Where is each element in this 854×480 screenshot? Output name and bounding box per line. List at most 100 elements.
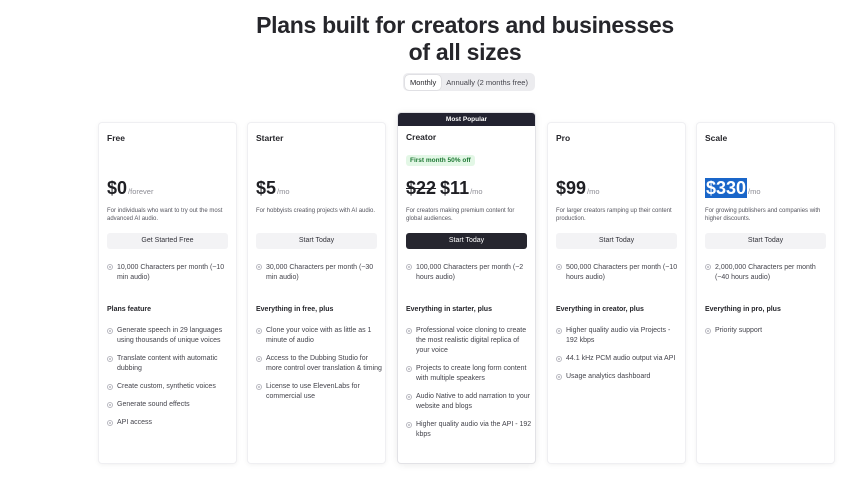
plan-price: $11: [440, 178, 470, 198]
bullet-icon: [556, 264, 562, 270]
bullet-icon: [406, 366, 412, 372]
feature-text: Usage analytics dashboard: [566, 373, 651, 380]
features-heading: Plans feature: [107, 306, 151, 313]
features-heading: Everything in creator, plus: [556, 306, 644, 313]
feature-item: 44.1 kHz PCM audio output via API: [556, 354, 682, 364]
bullet-icon: [256, 356, 262, 362]
feature-text: Access to the Dubbing Studio for more co…: [266, 355, 382, 372]
bullet-icon: [107, 328, 113, 334]
feature-item: Priority support: [705, 326, 831, 336]
start-today-button[interactable]: Start Today: [406, 233, 527, 249]
feature-text: Generate speech in 29 languages using th…: [117, 327, 223, 344]
page-title: Plans built for creators and businesses …: [0, 12, 854, 66]
price-row: $5/mo: [256, 178, 290, 199]
feature-item: Generate speech in 29 languages using th…: [107, 326, 233, 346]
bullet-icon: [256, 328, 262, 334]
bullet-icon: [406, 328, 412, 334]
feature-item: Usage analytics dashboard: [556, 372, 682, 382]
feature-text: Professional voice cloning to create the…: [416, 327, 527, 354]
feature-text: Generate sound effects: [117, 401, 190, 408]
characters-quota: 10,000 Characters per month (~10 min aud…: [107, 263, 232, 282]
plan-description: For individuals who want to try out the …: [107, 208, 223, 222]
plan-name: Pro: [556, 133, 571, 143]
plan-name: Starter: [256, 133, 284, 143]
characters-text: 500,000 Characters per month (~10 hours …: [566, 264, 678, 281]
feature-text: Clone your voice with as little as 1 min…: [266, 327, 372, 344]
plan-description: For growing publishers and companies wit…: [705, 208, 821, 222]
characters-text: 30,000 Characters per month (~30 min aud…: [266, 264, 374, 281]
start-today-button[interactable]: Start Today: [705, 233, 826, 249]
bullet-icon: [107, 420, 113, 426]
feature-text: Projects to create long form content wit…: [416, 365, 527, 382]
feature-text: Audio Native to add narration to your we…: [416, 393, 531, 410]
billing-toggle: Monthly Annually (2 months free): [403, 73, 535, 91]
plan-description: For larger creators ramping up their con…: [556, 208, 672, 222]
start-today-button[interactable]: Start Today: [556, 233, 677, 249]
plan-period: /mo: [748, 187, 761, 196]
features-heading: Everything in starter, plus: [406, 306, 492, 313]
price-row: $22 $11/mo: [406, 178, 483, 199]
bullet-icon: [705, 264, 711, 270]
features-heading: Everything in free, plus: [256, 306, 334, 313]
feature-text: License to use ElevenLabs for commercial…: [266, 383, 360, 400]
characters-quota: 500,000 Characters per month (~10 hours …: [556, 263, 681, 282]
plan-price: $330: [705, 178, 748, 198]
plan-description: For creators making premium content for …: [406, 208, 515, 222]
characters-text: 2,000,000 Characters per month (~40 hour…: [715, 264, 816, 281]
bullet-icon: [107, 384, 113, 390]
plan-card-pro: Pro $99/mo For larger creators ramping u…: [548, 123, 685, 463]
bullet-icon: [256, 264, 262, 270]
bullet-icon: [256, 384, 262, 390]
toggle-monthly[interactable]: Monthly: [405, 74, 442, 90]
plan-price: $0: [107, 178, 128, 198]
features-heading: Everything in pro, plus: [705, 306, 781, 313]
feature-text: Higher quality audio via Projects - 192 …: [566, 327, 671, 344]
features-list: Priority support: [705, 326, 831, 344]
bullet-icon: [107, 356, 113, 362]
discount-badge: First month 50% off: [406, 155, 475, 166]
feature-item: Higher quality audio via Projects - 192 …: [556, 326, 682, 346]
start-today-button[interactable]: Start Today: [256, 233, 377, 249]
feature-text: API access: [117, 419, 153, 426]
bullet-icon: [556, 374, 562, 380]
feature-item: Translate content with automatic dubbing: [107, 354, 233, 374]
feature-text: Higher quality audio via the API - 192 k…: [416, 421, 532, 438]
bullet-icon: [107, 264, 113, 270]
feature-item: API access: [107, 418, 233, 428]
plan-description: For hobbyists creating projects with AI …: [256, 208, 376, 214]
bullet-icon: [406, 422, 412, 428]
bullet-icon: [107, 402, 113, 408]
plan-card-free: Free $0/forever For individuals who want…: [99, 123, 236, 463]
plan-name: Creator: [406, 132, 437, 142]
price-row: $99/mo: [556, 178, 600, 199]
characters-text: 100,000 Characters per month (~2 hours a…: [416, 264, 524, 281]
feature-item: Generate sound effects: [107, 400, 233, 410]
most-popular-label: Most Popular: [398, 113, 535, 126]
price-row: $0/forever: [107, 178, 153, 199]
price-row: $330/mo: [705, 178, 761, 199]
feature-item: Audio Native to add narration to your we…: [406, 392, 532, 412]
bullet-icon: [556, 328, 562, 334]
page-title-line-1: Plans built for creators and businesses: [256, 12, 674, 38]
plan-period: /mo: [470, 187, 483, 196]
bullet-icon: [406, 394, 412, 400]
feature-text: Create custom, synthetic voices: [117, 383, 216, 390]
feature-item: Clone your voice with as little as 1 min…: [256, 326, 382, 346]
feature-item: Access to the Dubbing Studio for more co…: [256, 354, 382, 374]
bullet-icon: [556, 356, 562, 362]
features-list: Professional voice cloning to create the…: [406, 326, 532, 448]
plan-name: Free: [107, 133, 125, 143]
bullet-icon: [406, 264, 412, 270]
toggle-annually[interactable]: Annually (2 months free): [441, 75, 533, 90]
characters-text: 10,000 Characters per month (~10 min aud…: [117, 264, 225, 281]
feature-text: 44.1 kHz PCM audio output via API: [566, 355, 676, 362]
feature-item: License to use ElevenLabs for commercial…: [256, 382, 382, 402]
bullet-icon: [705, 328, 711, 334]
plan-name: Scale: [705, 133, 728, 143]
plan-period: /forever: [128, 187, 154, 196]
get-started-free-button[interactable]: Get Started Free: [107, 233, 228, 249]
page-title-line-2: of all sizes: [408, 39, 522, 65]
plan-card-starter: Starter $5/mo For hobbyists creating pro…: [248, 123, 385, 463]
feature-item: Projects to create long form content wit…: [406, 364, 532, 384]
feature-text: Priority support: [715, 327, 763, 334]
